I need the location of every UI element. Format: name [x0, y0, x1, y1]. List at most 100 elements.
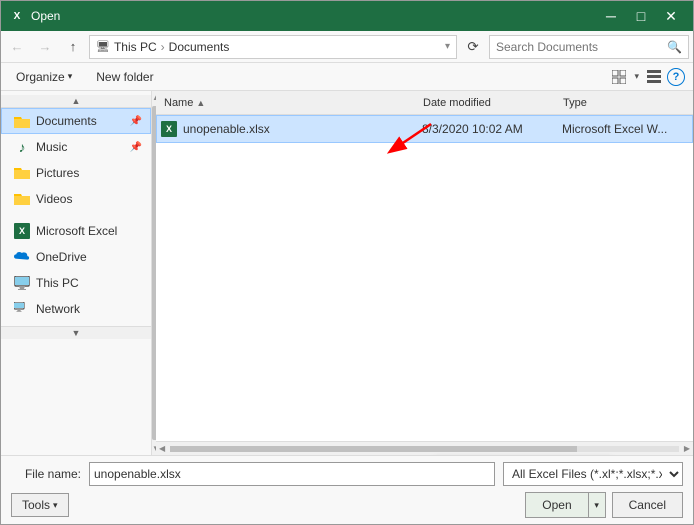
column-header-date[interactable]: Date modified [419, 91, 559, 114]
view-icons: ▾ ? [608, 66, 685, 88]
back-button[interactable]: ← [5, 35, 29, 59]
organize-toolbar: Organize ▾ New folder ▾ [1, 63, 693, 91]
tools-dropdown-icon: ▾ [53, 500, 58, 511]
minimize-button[interactable]: ─ [597, 4, 625, 28]
address-bar[interactable]: 🖥 This PC › Documents ▾ [89, 35, 457, 59]
open-button[interactable]: Open [525, 492, 587, 518]
title-bar-left: X Open [9, 8, 60, 24]
column-date-label: Date modified [423, 97, 491, 109]
close-button[interactable]: ✕ [657, 4, 685, 28]
file-date: 8/3/2020 10:02 AM [418, 122, 558, 136]
excel-sidebar-icon: X [14, 223, 30, 239]
scroll-up-area: ▲ [1, 95, 151, 108]
pin-icon: 📌 [130, 116, 142, 127]
computer-icon [14, 276, 30, 290]
cancel-button[interactable]: Cancel [612, 492, 683, 518]
excel-title-icon: X [9, 8, 25, 24]
organize-label: Organize [16, 70, 65, 84]
up-button[interactable]: ↑ [61, 35, 85, 59]
documents-folder-icon [14, 115, 30, 128]
sidebar-item-microsoft-excel[interactable]: X Microsoft Excel [1, 218, 151, 244]
h-scroll-right[interactable]: ▶ [681, 444, 693, 453]
pictures-icon [14, 165, 30, 181]
address-separator: › [161, 40, 165, 54]
horizontal-scrollbar[interactable]: ◀ ▶ [156, 441, 693, 455]
h-scroll-thumb [170, 446, 577, 452]
file-row[interactable]: X unopenable.xlsx 8/3/2020 10:02 AM Micr… [156, 115, 693, 143]
column-header-name[interactable]: Name ▲ [160, 91, 419, 114]
h-scroll-left[interactable]: ◀ [156, 444, 168, 453]
filename-row: File name: All Excel Files (*.xl*;*.xlsx… [11, 462, 683, 486]
file-area: Name ▲ Date modified Type X u [156, 91, 693, 455]
address-this-pc: This PC [114, 40, 157, 54]
view-details-button[interactable] [643, 66, 665, 88]
sidebar-item-music[interactable]: ♪ Music 📌 [1, 134, 151, 160]
sidebar-item-documents[interactable]: Documents 📌 [1, 108, 151, 134]
buttons-row: Tools ▾ Open ▾ Cancel [11, 492, 683, 518]
h-scroll-track[interactable] [170, 446, 679, 452]
refresh-button[interactable]: ⟳ [461, 35, 485, 59]
tools-button[interactable]: Tools ▾ [11, 493, 69, 517]
sidebar-item-network[interactable]: Network [1, 296, 151, 322]
address-current: Documents [169, 40, 230, 54]
view-dropdown-icon[interactable]: ▾ [632, 71, 641, 82]
file-excel-icon: X [161, 121, 177, 137]
onedrive-cloud-icon [14, 251, 30, 263]
organize-button[interactable]: Organize ▾ [9, 67, 79, 87]
sidebar-with-scroll: ▲ Documents 📌 ♪ Mus [1, 91, 156, 455]
window-title: Open [31, 9, 60, 23]
network-computer-icon [14, 302, 30, 316]
new-folder-button[interactable]: New folder [87, 67, 162, 87]
help-button[interactable]: ? [667, 68, 685, 86]
sidebar-item-videos-label: Videos [36, 192, 72, 206]
file-name: unopenable.xlsx [183, 122, 270, 136]
scroll-up-icon: ▲ [72, 96, 81, 106]
this-pc-icon [14, 275, 30, 291]
videos-folder-icon [14, 192, 30, 206]
sidebar-item-this-pc-label: This PC [36, 276, 79, 290]
column-name-label: Name [164, 97, 193, 109]
view-grid-button[interactable] [608, 66, 630, 88]
open-button-group: Open ▾ [525, 492, 605, 518]
grid-icon [612, 70, 626, 84]
music-pin-icon: 📌 [130, 142, 142, 153]
open-dropdown-button[interactable]: ▾ [588, 492, 606, 518]
filetype-select[interactable]: All Excel Files (*.xl*;*.xlsx;*.xlsm; [503, 462, 683, 486]
pictures-folder-icon [14, 166, 30, 180]
main-content: ▲ Documents 📌 ♪ Mus [1, 91, 693, 455]
sidebar-item-pictures[interactable]: Pictures [1, 160, 151, 186]
tools-label: Tools [22, 498, 50, 512]
search-box: 🔍 [489, 35, 689, 59]
navigation-toolbar: ← → ↑ 🖥 This PC › Documents ▾ ⟳ 🔍 [1, 31, 693, 63]
title-bar: X Open ─ □ ✕ [1, 1, 693, 31]
sidebar-item-onedrive[interactable]: OneDrive [1, 244, 151, 270]
file-area-wrapper: Name ▲ Date modified Type X u [156, 91, 693, 455]
sidebar-item-this-pc[interactable]: This PC [1, 270, 151, 296]
sort-arrow-up: ▲ [196, 98, 205, 108]
address-icon: 🖥 [96, 40, 110, 53]
search-input[interactable] [496, 40, 663, 54]
column-header-type[interactable]: Type [559, 91, 689, 114]
music-icon: ♪ [14, 139, 30, 155]
sidebar-item-onedrive-label: OneDrive [36, 250, 87, 264]
network-icon [14, 301, 30, 317]
title-controls: ─ □ ✕ [597, 4, 685, 28]
file-list: X unopenable.xlsx 8/3/2020 10:02 AM Micr… [156, 115, 693, 441]
file-type: Microsoft Excel W... [558, 122, 688, 136]
address-dropdown-arrow[interactable]: ▾ [445, 41, 450, 52]
search-icon: 🔍 [667, 40, 682, 54]
file-name-cell: X unopenable.xlsx [161, 121, 418, 137]
filename-input[interactable] [89, 462, 495, 486]
open-dialog: X Open ─ □ ✕ ← → ↑ 🖥 This PC › Documents… [0, 0, 694, 525]
sidebar-item-videos[interactable]: Videos [1, 186, 151, 212]
details-icon [647, 70, 661, 84]
scroll-down-icon: ▼ [72, 328, 81, 338]
sidebar: ▲ Documents 📌 ♪ Mus [1, 91, 151, 455]
folder-icon [14, 113, 30, 129]
forward-button[interactable]: → [33, 35, 57, 59]
excel-icon-square: X [14, 223, 30, 239]
bottom-bar: File name: All Excel Files (*.xl*;*.xlsx… [1, 455, 693, 524]
column-type-label: Type [563, 97, 587, 109]
organize-dropdown-icon: ▾ [68, 71, 73, 82]
maximize-button[interactable]: □ [627, 4, 655, 28]
